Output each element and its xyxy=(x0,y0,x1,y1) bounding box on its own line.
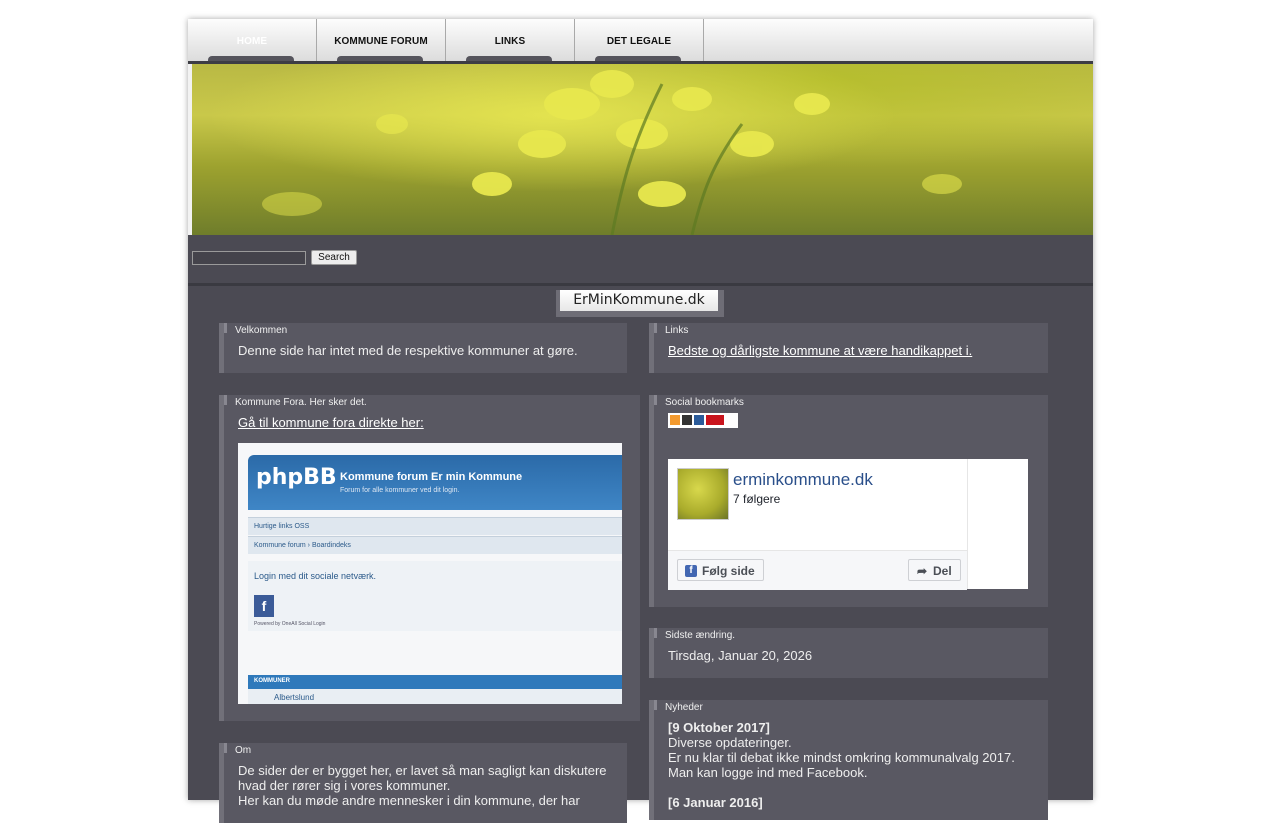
search-input[interactable] xyxy=(192,251,306,265)
forum-link[interactable]: Gå til kommune fora direkte her: xyxy=(238,415,424,430)
news-line: Man kan logge ind med Facebook. xyxy=(668,765,868,780)
yahoo-icon[interactable] xyxy=(706,415,724,425)
preview-breadcrumb: Kommune forum › Boardindeks xyxy=(248,536,622,554)
nav-label: HOME xyxy=(236,36,268,47)
search-button[interactable]: Search xyxy=(311,250,357,265)
nav-tab-indicator xyxy=(337,56,423,61)
widget-title: Social bookmarks xyxy=(665,397,744,408)
preview-login-text: Login med dit sociale netværk. xyxy=(254,571,377,581)
widget-links: Links Bedste og dårligste kommune at vær… xyxy=(649,323,1048,373)
page-container: HOME KOMMUNE FORUM LINKS DET LEGALE Sear… xyxy=(188,19,1093,823)
preview-forum-subtitle: Forum for alle kommuner ved dit login. xyxy=(340,487,460,494)
follow-label: Følg side xyxy=(702,564,755,578)
share-label: Del xyxy=(933,564,952,578)
widget-title: Links xyxy=(665,325,689,336)
nav-label: DET LEGALE xyxy=(606,36,672,47)
site-title: ErMinKommune.dk xyxy=(560,290,718,311)
nav-label: KOMMUNE FORUM xyxy=(334,36,428,47)
facebook-share-button[interactable]: ➦ Del xyxy=(908,559,961,581)
phpbb-logo: phpBB xyxy=(256,465,337,490)
rapeseed-flowers-image xyxy=(262,70,962,235)
nav-item-home[interactable]: HOME xyxy=(188,19,317,61)
delicious-icon[interactable] xyxy=(682,415,692,425)
facebook-plugin-footer: f Følg side ➦ Del xyxy=(668,550,967,590)
blogger-icon[interactable] xyxy=(694,415,704,425)
widget-nyheder: Nyheder [9 Oktober 2017] Diverse opdater… xyxy=(649,700,1048,820)
rss-icon[interactable] xyxy=(670,415,680,425)
preview-login-panel: Login med dit sociale netværk. f Powered… xyxy=(248,561,622,631)
om-text: De sider der er bygget her, er lavet så … xyxy=(238,763,607,793)
nav-tab-indicator xyxy=(208,56,294,61)
preview-quick-links: Hurtige links OSS xyxy=(248,517,622,535)
preview-forum-title: Kommune forum Er min Kommune xyxy=(340,471,523,483)
widget-velkommen: Velkommen Denne side har intet med de re… xyxy=(219,323,627,373)
widget-title: Kommune Fora. Her sker det. xyxy=(235,397,367,408)
widget-om: Om De sider der er bygget her, er lavet … xyxy=(219,743,627,823)
widget-title: Nyheder xyxy=(665,702,703,713)
divider xyxy=(188,283,1093,286)
bookmark-icons[interactable] xyxy=(668,413,738,428)
widget-title: Sidste ændring. xyxy=(665,630,736,641)
facebook-icon: f xyxy=(254,595,274,617)
facebook-page-name[interactable]: erminkommune.dk xyxy=(733,470,873,490)
om-text-continued: Her kan du møde andre mennesker i din ko… xyxy=(238,793,580,808)
site-title-badge: ErMinKommune.dk xyxy=(556,290,724,317)
preview-list-header: KOMMUNER xyxy=(254,678,290,684)
preview-list-item: Albertslund xyxy=(274,693,315,702)
preview-powered: Powered by OneAll Social Login xyxy=(254,621,326,627)
news-line: Diverse opdateringer. xyxy=(668,735,792,750)
widget-last-changed: Sidste ændring. Tirsdag, Januar 20, 2026 xyxy=(649,628,1048,678)
widget-title: Velkommen xyxy=(235,325,288,336)
nav-tab-indicator xyxy=(466,56,552,61)
news-line: Er nu klar til debat ikke mindst omkring… xyxy=(668,750,1015,765)
preview-list: KOMMUNER Albertslund xyxy=(248,675,622,704)
forum-preview-image[interactable]: phpBB Kommune forum Er min Kommune Forum… xyxy=(238,443,622,704)
widget-text: Denne side har intet med de respektive k… xyxy=(238,343,578,358)
facebook-page-thumbnail[interactable] xyxy=(677,468,729,520)
facebook-icon: f xyxy=(685,565,697,577)
nav-item-det-legale[interactable]: DET LEGALE xyxy=(575,19,704,61)
header-image xyxy=(192,64,1093,235)
facebook-follow-button[interactable]: f Følg side xyxy=(677,559,764,581)
nav-tab-indicator xyxy=(595,56,681,61)
share-icon: ➦ xyxy=(916,564,928,578)
facebook-page-plugin: erminkommune.dk 7 følgere f Følg side ➦ … xyxy=(668,459,1028,590)
nav-item-links[interactable]: LINKS xyxy=(446,19,575,61)
last-changed-date: Tirsdag, Januar 20, 2026 xyxy=(668,648,813,663)
main-navigation: HOME KOMMUNE FORUM LINKS DET LEGALE xyxy=(188,19,1093,64)
news-date: [9 Oktober 2017] xyxy=(668,720,770,735)
facebook-followers: 7 følgere xyxy=(733,492,781,506)
widget-kommune-fora: Kommune Fora. Her sker det. Gå til kommu… xyxy=(219,395,640,721)
widget-social-bookmarks: Social bookmarks erminkommune.dk 7 følge… xyxy=(649,395,1048,607)
preview-header: phpBB Kommune forum Er min Kommune Forum… xyxy=(248,455,622,510)
preview-list-row: Albertslund xyxy=(248,689,622,704)
nav-label: LINKS xyxy=(494,36,526,47)
handikap-link[interactable]: Bedste og dårligste kommune at være hand… xyxy=(668,343,972,358)
nav-item-kommune-forum[interactable]: KOMMUNE FORUM xyxy=(317,19,446,61)
widget-title: Om xyxy=(235,745,252,756)
news-date: [6 Januar 2016] xyxy=(668,795,763,810)
